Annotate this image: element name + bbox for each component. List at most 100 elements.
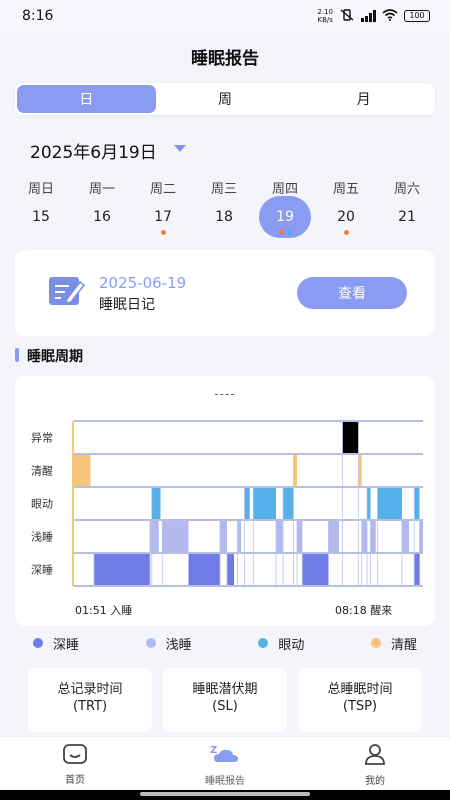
week-day-20[interactable]: 周五 20 bbox=[316, 178, 376, 235]
nav-label: 首页 bbox=[65, 775, 85, 786]
nav-sleep-report[interactable]: Z 睡眠报告 bbox=[150, 737, 300, 792]
legend-label: 浅睡 bbox=[165, 637, 192, 653]
week-day-15[interactable]: 周日 15 bbox=[11, 178, 71, 230]
day-number: 16 bbox=[93, 209, 111, 225]
sleep-segment bbox=[414, 488, 420, 519]
nav-home[interactable]: 首页 bbox=[0, 737, 150, 792]
section-title: 睡眠周期 bbox=[27, 349, 83, 365]
sleep-segment bbox=[293, 455, 297, 486]
net-speed-unit: KB/s bbox=[317, 16, 333, 24]
date-picker-label[interactable]: 2025年6月19日 bbox=[30, 138, 157, 163]
sleep-segment bbox=[151, 488, 161, 519]
signal-icon bbox=[361, 10, 376, 22]
start-time-label: 01:51 入睡 bbox=[75, 604, 132, 617]
week-day-16[interactable]: 周一 16 bbox=[72, 178, 132, 230]
battery-icon: 100 bbox=[404, 10, 430, 22]
sleep-segment bbox=[414, 554, 420, 585]
net-speed-value: 2.10 bbox=[317, 8, 333, 16]
sleep-segment bbox=[162, 521, 189, 552]
legend-dot bbox=[145, 638, 156, 648]
day-number: 21 bbox=[398, 209, 416, 225]
week-day-17[interactable]: 周二 17 bbox=[133, 178, 193, 235]
sleep-report-icon: Z bbox=[208, 742, 242, 769]
home-indicator[interactable] bbox=[140, 792, 310, 796]
sleep-segment bbox=[94, 554, 150, 585]
wifi-icon bbox=[382, 8, 398, 24]
legend-awake: 清醒 bbox=[370, 632, 417, 654]
sleep-segment bbox=[342, 422, 359, 453]
day-number: 19 bbox=[276, 209, 294, 225]
sleep-segment bbox=[358, 455, 362, 486]
home-icon bbox=[62, 743, 88, 768]
record-dots bbox=[316, 230, 376, 235]
net-speed: 2.10 KB/s bbox=[317, 8, 333, 24]
day-number: 15 bbox=[32, 209, 50, 225]
legend-label: 眼动 bbox=[278, 637, 305, 653]
weekday-name: 周二 bbox=[149, 182, 176, 197]
sleep-segment bbox=[253, 488, 276, 519]
row-label-1: 清醒 bbox=[31, 465, 53, 478]
legend-rem: 眼动 bbox=[258, 632, 304, 654]
weekday-name: 周日 bbox=[27, 182, 54, 197]
sleep-segment bbox=[283, 488, 294, 519]
week-day-18[interactable]: 周三 18 bbox=[194, 178, 254, 230]
nav-profile[interactable]: 我的 bbox=[300, 737, 450, 792]
stat-abbr: (TRT) bbox=[72, 699, 108, 714]
stat-card-tsp[interactable]: 总睡眠时间 (TSP) bbox=[298, 668, 422, 732]
diary-edit-icon bbox=[47, 273, 87, 313]
tab-week[interactable]: 周 bbox=[156, 85, 295, 113]
row-label-3: 浅睡 bbox=[31, 531, 53, 544]
tab-day[interactable]: 日 bbox=[17, 85, 156, 113]
legend-dot bbox=[33, 638, 43, 648]
row-label-4: 深睡 bbox=[31, 564, 53, 577]
stat-card-sl[interactable]: 睡眠潜伏期 (SL) bbox=[163, 668, 287, 732]
legend-label: 深睡 bbox=[53, 637, 80, 653]
sleep-segment bbox=[220, 521, 227, 552]
sleep-segment bbox=[302, 554, 329, 585]
chart-legend: 深睡 浅睡 眼动 清醒 bbox=[15, 632, 435, 654]
weekday-name: 周一 bbox=[88, 182, 115, 197]
nav-label: 我的 bbox=[365, 776, 385, 787]
weekday-name: 周六 bbox=[393, 182, 420, 197]
section-accent-bar bbox=[15, 348, 19, 362]
diary-date: 2025-06-19 bbox=[99, 274, 187, 292]
stat-abbr: (SL) bbox=[212, 699, 238, 714]
stat-abbr: (TSP) bbox=[342, 699, 378, 714]
bottom-nav: 首页 Z 睡眠报告 我的 bbox=[0, 736, 450, 792]
caret-down-icon[interactable] bbox=[174, 145, 186, 152]
vibrate-off-icon bbox=[339, 8, 355, 24]
sleep-segment bbox=[370, 521, 376, 552]
svg-text:Z: Z bbox=[210, 745, 217, 756]
view-diary-button[interactable]: 查看 bbox=[297, 277, 407, 309]
sleep-segment bbox=[227, 554, 234, 585]
profile-icon bbox=[363, 742, 387, 769]
legend-light: 浅睡 bbox=[145, 632, 192, 654]
record-dot bbox=[278, 230, 284, 235]
sleep-segment bbox=[188, 554, 220, 585]
record-dots bbox=[133, 230, 193, 235]
week-day-21[interactable]: 周六 21 bbox=[377, 178, 437, 230]
weekday-name: 周四 bbox=[271, 182, 298, 197]
tab-month[interactable]: 月 bbox=[294, 85, 433, 113]
stat-card-trt[interactable]: 总记录时间 (TRT) bbox=[28, 668, 152, 732]
row-label-0: 异常 bbox=[31, 432, 53, 445]
sleep-segment bbox=[377, 488, 402, 519]
page-title: 睡眠报告 bbox=[191, 49, 259, 69]
sleep-segment bbox=[402, 521, 409, 552]
legend-dot bbox=[370, 638, 381, 648]
sleep-segment bbox=[244, 488, 250, 519]
sleep-segment bbox=[328, 521, 339, 552]
sleep-segment bbox=[73, 455, 91, 486]
legend-deep: 深睡 bbox=[33, 632, 79, 654]
stat-title: 总睡眠时间 bbox=[327, 682, 393, 697]
sleep-segment bbox=[237, 521, 241, 552]
record-dot bbox=[286, 230, 292, 235]
nav-label: 睡眠报告 bbox=[205, 776, 245, 787]
sleep-segment bbox=[297, 521, 303, 552]
period-tabs: 日 周 月 bbox=[15, 83, 435, 115]
legend-dot bbox=[258, 638, 269, 648]
weekday-name: 周五 bbox=[332, 182, 359, 197]
week-day-19[interactable]: 周四 19 bbox=[255, 178, 315, 238]
hypnogram-chart: 异常清醒眼动浅睡深睡 01:51 入睡 08:18 醒来 bbox=[31, 420, 423, 617]
record-dots bbox=[255, 230, 315, 235]
